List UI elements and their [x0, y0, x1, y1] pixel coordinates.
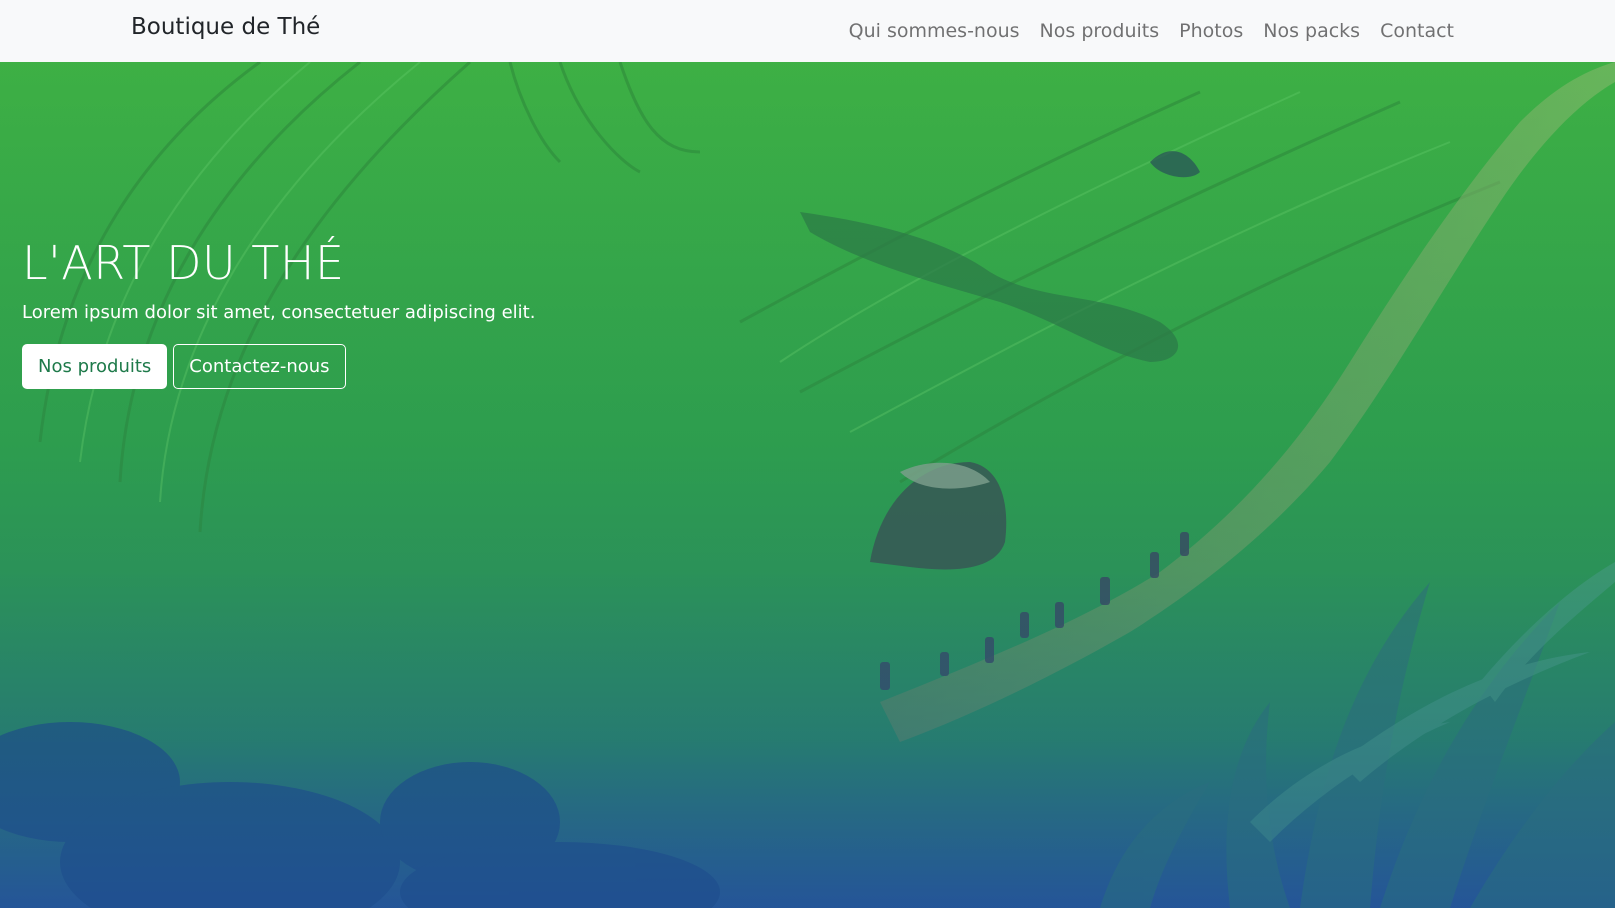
- nav-link-photos[interactable]: Photos: [1179, 20, 1243, 42]
- nav-item-products: Nos produits: [1040, 20, 1160, 42]
- brand-logo-link[interactable]: Boutique de Thé: [131, 14, 320, 40]
- hero-content: L'ART DU THÉ Lorem ipsum dolor sit amet,…: [22, 237, 535, 389]
- products-button[interactable]: Nos produits: [22, 343, 168, 389]
- nav-item-contact: Contact: [1380, 20, 1454, 42]
- nav-link-about[interactable]: Qui sommes-nous: [849, 20, 1020, 42]
- hero-button-group: Nos produits Contactez-nous: [22, 343, 535, 389]
- nav-link-contact[interactable]: Contact: [1380, 20, 1454, 42]
- nav-item-photos: Photos: [1179, 20, 1243, 42]
- hero-title: L'ART DU THÉ: [22, 236, 345, 290]
- contact-button[interactable]: Contactez-nous: [173, 343, 346, 389]
- nav-link-products[interactable]: Nos produits: [1040, 20, 1160, 42]
- nav-item-about: Qui sommes-nous: [849, 20, 1020, 42]
- hero-section: L'ART DU THÉ Lorem ipsum dolor sit amet,…: [0, 62, 1615, 908]
- nav-link-packs[interactable]: Nos packs: [1263, 20, 1360, 42]
- navbar: Boutique de Thé Qui sommes-nous Nos prod…: [0, 0, 1615, 62]
- hero-background-image: [0, 62, 1615, 908]
- hero-subtitle: Lorem ipsum dolor sit amet, consectetuer…: [22, 301, 536, 323]
- nav-item-packs: Nos packs: [1263, 20, 1360, 42]
- nav-links: Qui sommes-nous Nos produits Photos Nos …: [829, 0, 1454, 62]
